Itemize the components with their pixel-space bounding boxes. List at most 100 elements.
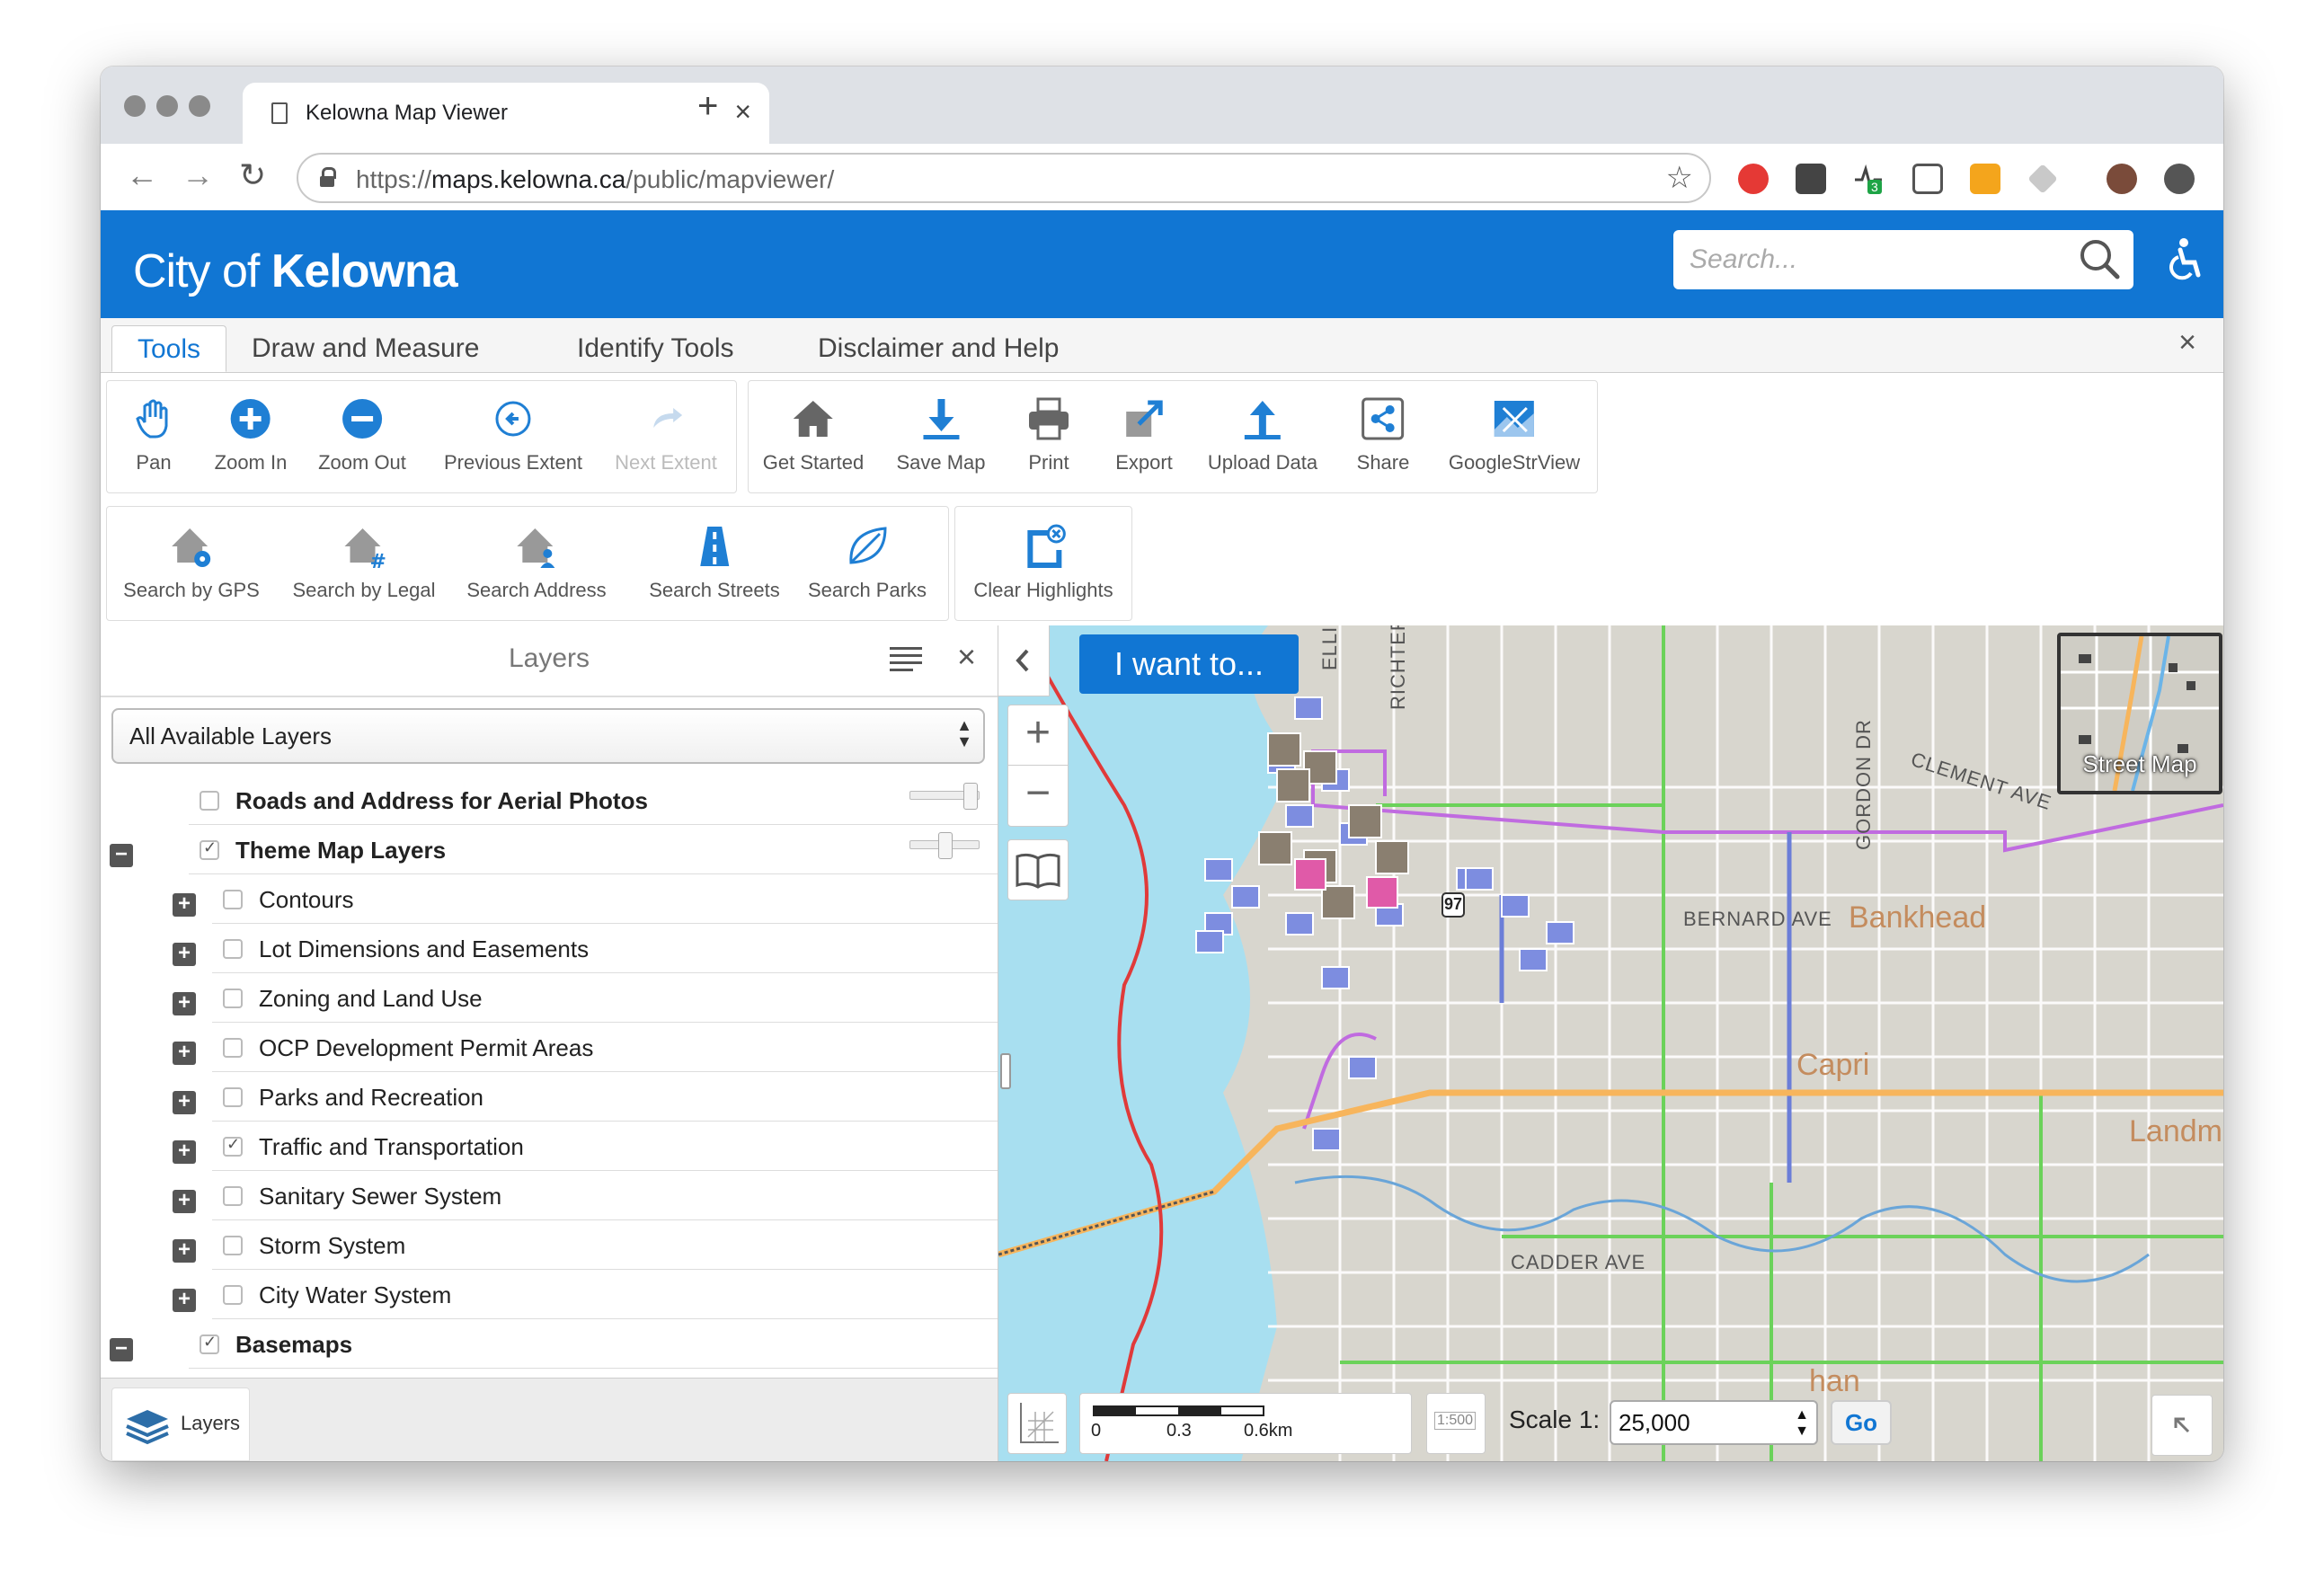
layer-row[interactable]: + City Water System bbox=[101, 1271, 998, 1319]
search-by-legal-tool[interactable]: # Search by Legal bbox=[293, 523, 436, 602]
layer-row[interactable]: + Lot Dimensions and Easements bbox=[101, 925, 998, 973]
next-extent-tool[interactable]: Next Extent bbox=[615, 395, 717, 474]
scale-settings-button[interactable]: 1:500 bbox=[1426, 1393, 1486, 1454]
layer-row[interactable]: + Zoning and Land Use bbox=[101, 974, 998, 1023]
layer-checkbox[interactable] bbox=[200, 791, 219, 811]
layer-row[interactable]: + Parks and Recreation bbox=[101, 1073, 998, 1122]
expand-icon[interactable]: + bbox=[173, 893, 196, 917]
window-minimize-dot[interactable] bbox=[156, 95, 178, 117]
layers-toggle-button[interactable]: Layers bbox=[111, 1388, 250, 1461]
profile-avatar[interactable] bbox=[2107, 164, 2137, 194]
layer-checkbox[interactable] bbox=[223, 1186, 243, 1206]
pulse-extension-icon[interactable]: 3 bbox=[1853, 164, 1884, 194]
layer-filter-select[interactable]: All Available Layers ▲ ▼ bbox=[111, 708, 985, 764]
export-tool[interactable]: Export bbox=[1115, 395, 1173, 474]
tab-tools[interactable]: Tools bbox=[111, 325, 227, 372]
layer-row[interactable]: + OCP Development Permit Areas bbox=[101, 1024, 998, 1072]
reload-button[interactable]: ↻ bbox=[239, 156, 266, 194]
layer-row[interactable]: + Contours bbox=[101, 875, 998, 924]
star-extension-icon[interactable] bbox=[1970, 164, 2000, 194]
expand-icon[interactable]: + bbox=[173, 1190, 196, 1213]
layer-checkbox[interactable] bbox=[223, 939, 243, 959]
save-map-tool[interactable]: Save Map bbox=[896, 395, 986, 474]
upload-data-tool[interactable]: Upload Data bbox=[1208, 395, 1317, 474]
bookmark-star-icon[interactable]: ☆ bbox=[1666, 160, 1693, 196]
panel-resize-handle[interactable] bbox=[1000, 1053, 1011, 1089]
layer-row[interactable]: + Traffic and Transportation bbox=[101, 1122, 998, 1171]
collapse-icon[interactable]: − bbox=[110, 1338, 133, 1361]
window-close-dot[interactable] bbox=[124, 95, 146, 117]
layer-checkbox[interactable] bbox=[200, 1333, 219, 1354]
bulb-extension-icon[interactable] bbox=[1796, 164, 1826, 194]
browser-tab[interactable]: Kelowna Map Viewer × bbox=[243, 83, 769, 146]
back-button[interactable]: ← bbox=[126, 156, 158, 194]
bookmarks-button[interactable] bbox=[1007, 839, 1069, 900]
expand-icon[interactable]: + bbox=[173, 1091, 196, 1114]
opacity-slider-handle[interactable] bbox=[938, 832, 953, 859]
search-icon[interactable] bbox=[2078, 237, 2121, 280]
accessibility-icon[interactable] bbox=[2162, 237, 2205, 284]
cast-icon[interactable] bbox=[1912, 164, 1943, 194]
pan-tool[interactable]: Pan bbox=[130, 395, 177, 474]
coordinates-button[interactable] bbox=[1007, 1393, 1067, 1454]
layer-row[interactable]: Roads and Address for Aerial Photos bbox=[101, 776, 998, 825]
search-address-tool[interactable]: Search Address bbox=[466, 523, 607, 602]
dropbox-icon[interactable] bbox=[2027, 164, 2058, 194]
layer-checkbox[interactable] bbox=[223, 1135, 243, 1157]
expand-icon[interactable]: + bbox=[173, 943, 196, 966]
print-tool[interactable]: Print bbox=[1025, 395, 1072, 474]
map-zoom-in-button[interactable]: + bbox=[1008, 705, 1068, 766]
expand-icon[interactable]: + bbox=[173, 1239, 196, 1263]
i-want-to-button[interactable]: I want to... bbox=[1079, 634, 1299, 694]
zoom-out-tool[interactable]: Zoom Out bbox=[318, 395, 406, 474]
adblock-extension-icon[interactable] bbox=[1738, 164, 1769, 194]
expand-icon[interactable]: + bbox=[173, 1289, 196, 1312]
clear-highlights-tool[interactable]: Clear Highlights bbox=[973, 523, 1113, 602]
collapse-panel-button[interactable] bbox=[998, 625, 1050, 696]
expand-icon[interactable]: + bbox=[173, 1140, 196, 1164]
window-maximize-dot[interactable] bbox=[189, 95, 210, 117]
previous-extent-tool[interactable]: Previous Extent bbox=[444, 395, 582, 474]
google-street-view-tool[interactable]: GoogleStrView bbox=[1449, 395, 1580, 474]
layer-row[interactable]: + Sanitary Sewer System bbox=[101, 1172, 998, 1220]
expand-map-button[interactable] bbox=[2151, 1395, 2213, 1456]
forward-button[interactable]: → bbox=[182, 156, 214, 194]
update-icon[interactable] bbox=[2164, 164, 2195, 194]
layer-checkbox[interactable] bbox=[223, 989, 243, 1008]
layer-row[interactable]: − Basemaps bbox=[101, 1320, 998, 1369]
expand-icon[interactable]: + bbox=[173, 992, 196, 1015]
city-logo[interactable]: City of Kelowna bbox=[133, 244, 458, 298]
tab-disclaimer-and-help[interactable]: Disclaimer and Help bbox=[793, 325, 1084, 372]
search-by-gps-tool[interactable]: Search by GPS bbox=[123, 523, 260, 602]
opacity-slider-handle[interactable] bbox=[963, 783, 978, 810]
search-input[interactable] bbox=[1688, 241, 2051, 279]
search-parks-tool[interactable]: Search Parks bbox=[808, 523, 927, 602]
zoom-in-tool[interactable]: Zoom In bbox=[215, 395, 287, 474]
expand-icon[interactable]: + bbox=[173, 1042, 196, 1065]
layers-close-icon[interactable]: × bbox=[957, 638, 976, 676]
layer-checkbox[interactable] bbox=[223, 1236, 243, 1255]
basemap-switcher[interactable]: Street Map bbox=[2057, 633, 2222, 794]
ribbon-close-icon[interactable]: × bbox=[2178, 325, 2196, 360]
layer-checkbox[interactable] bbox=[223, 890, 243, 909]
search-streets-tool[interactable]: Search Streets bbox=[649, 523, 780, 602]
tab-close-icon[interactable]: × bbox=[734, 95, 751, 129]
map-zoom-out-button[interactable]: − bbox=[1008, 766, 1068, 825]
address-bar[interactable]: https://maps.kelowna.ca/public/mapviewer… bbox=[297, 153, 1711, 203]
opacity-slider[interactable] bbox=[909, 783, 980, 810]
layer-row[interactable]: − Theme Map Layers bbox=[101, 826, 998, 874]
new-tab-button[interactable]: + bbox=[697, 86, 718, 127]
get-started-tool[interactable]: Get Started bbox=[763, 395, 864, 474]
layer-checkbox[interactable] bbox=[200, 838, 219, 860]
layer-checkbox[interactable] bbox=[223, 1285, 243, 1305]
scale-go-button[interactable]: Go bbox=[1831, 1400, 1892, 1445]
tab-identify-tools[interactable]: Identify Tools bbox=[552, 325, 759, 372]
share-tool[interactable]: Share bbox=[1357, 395, 1409, 474]
opacity-slider[interactable] bbox=[909, 832, 980, 859]
layers-menu-icon[interactable] bbox=[890, 645, 922, 672]
tab-draw-and-measure[interactable]: Draw and Measure bbox=[226, 325, 504, 372]
scale-select[interactable]: 25,000 ▲ ▼ bbox=[1610, 1400, 1818, 1445]
layer-checkbox[interactable] bbox=[223, 1087, 243, 1107]
collapse-icon[interactable]: − bbox=[110, 844, 133, 867]
layer-checkbox[interactable] bbox=[223, 1038, 243, 1058]
